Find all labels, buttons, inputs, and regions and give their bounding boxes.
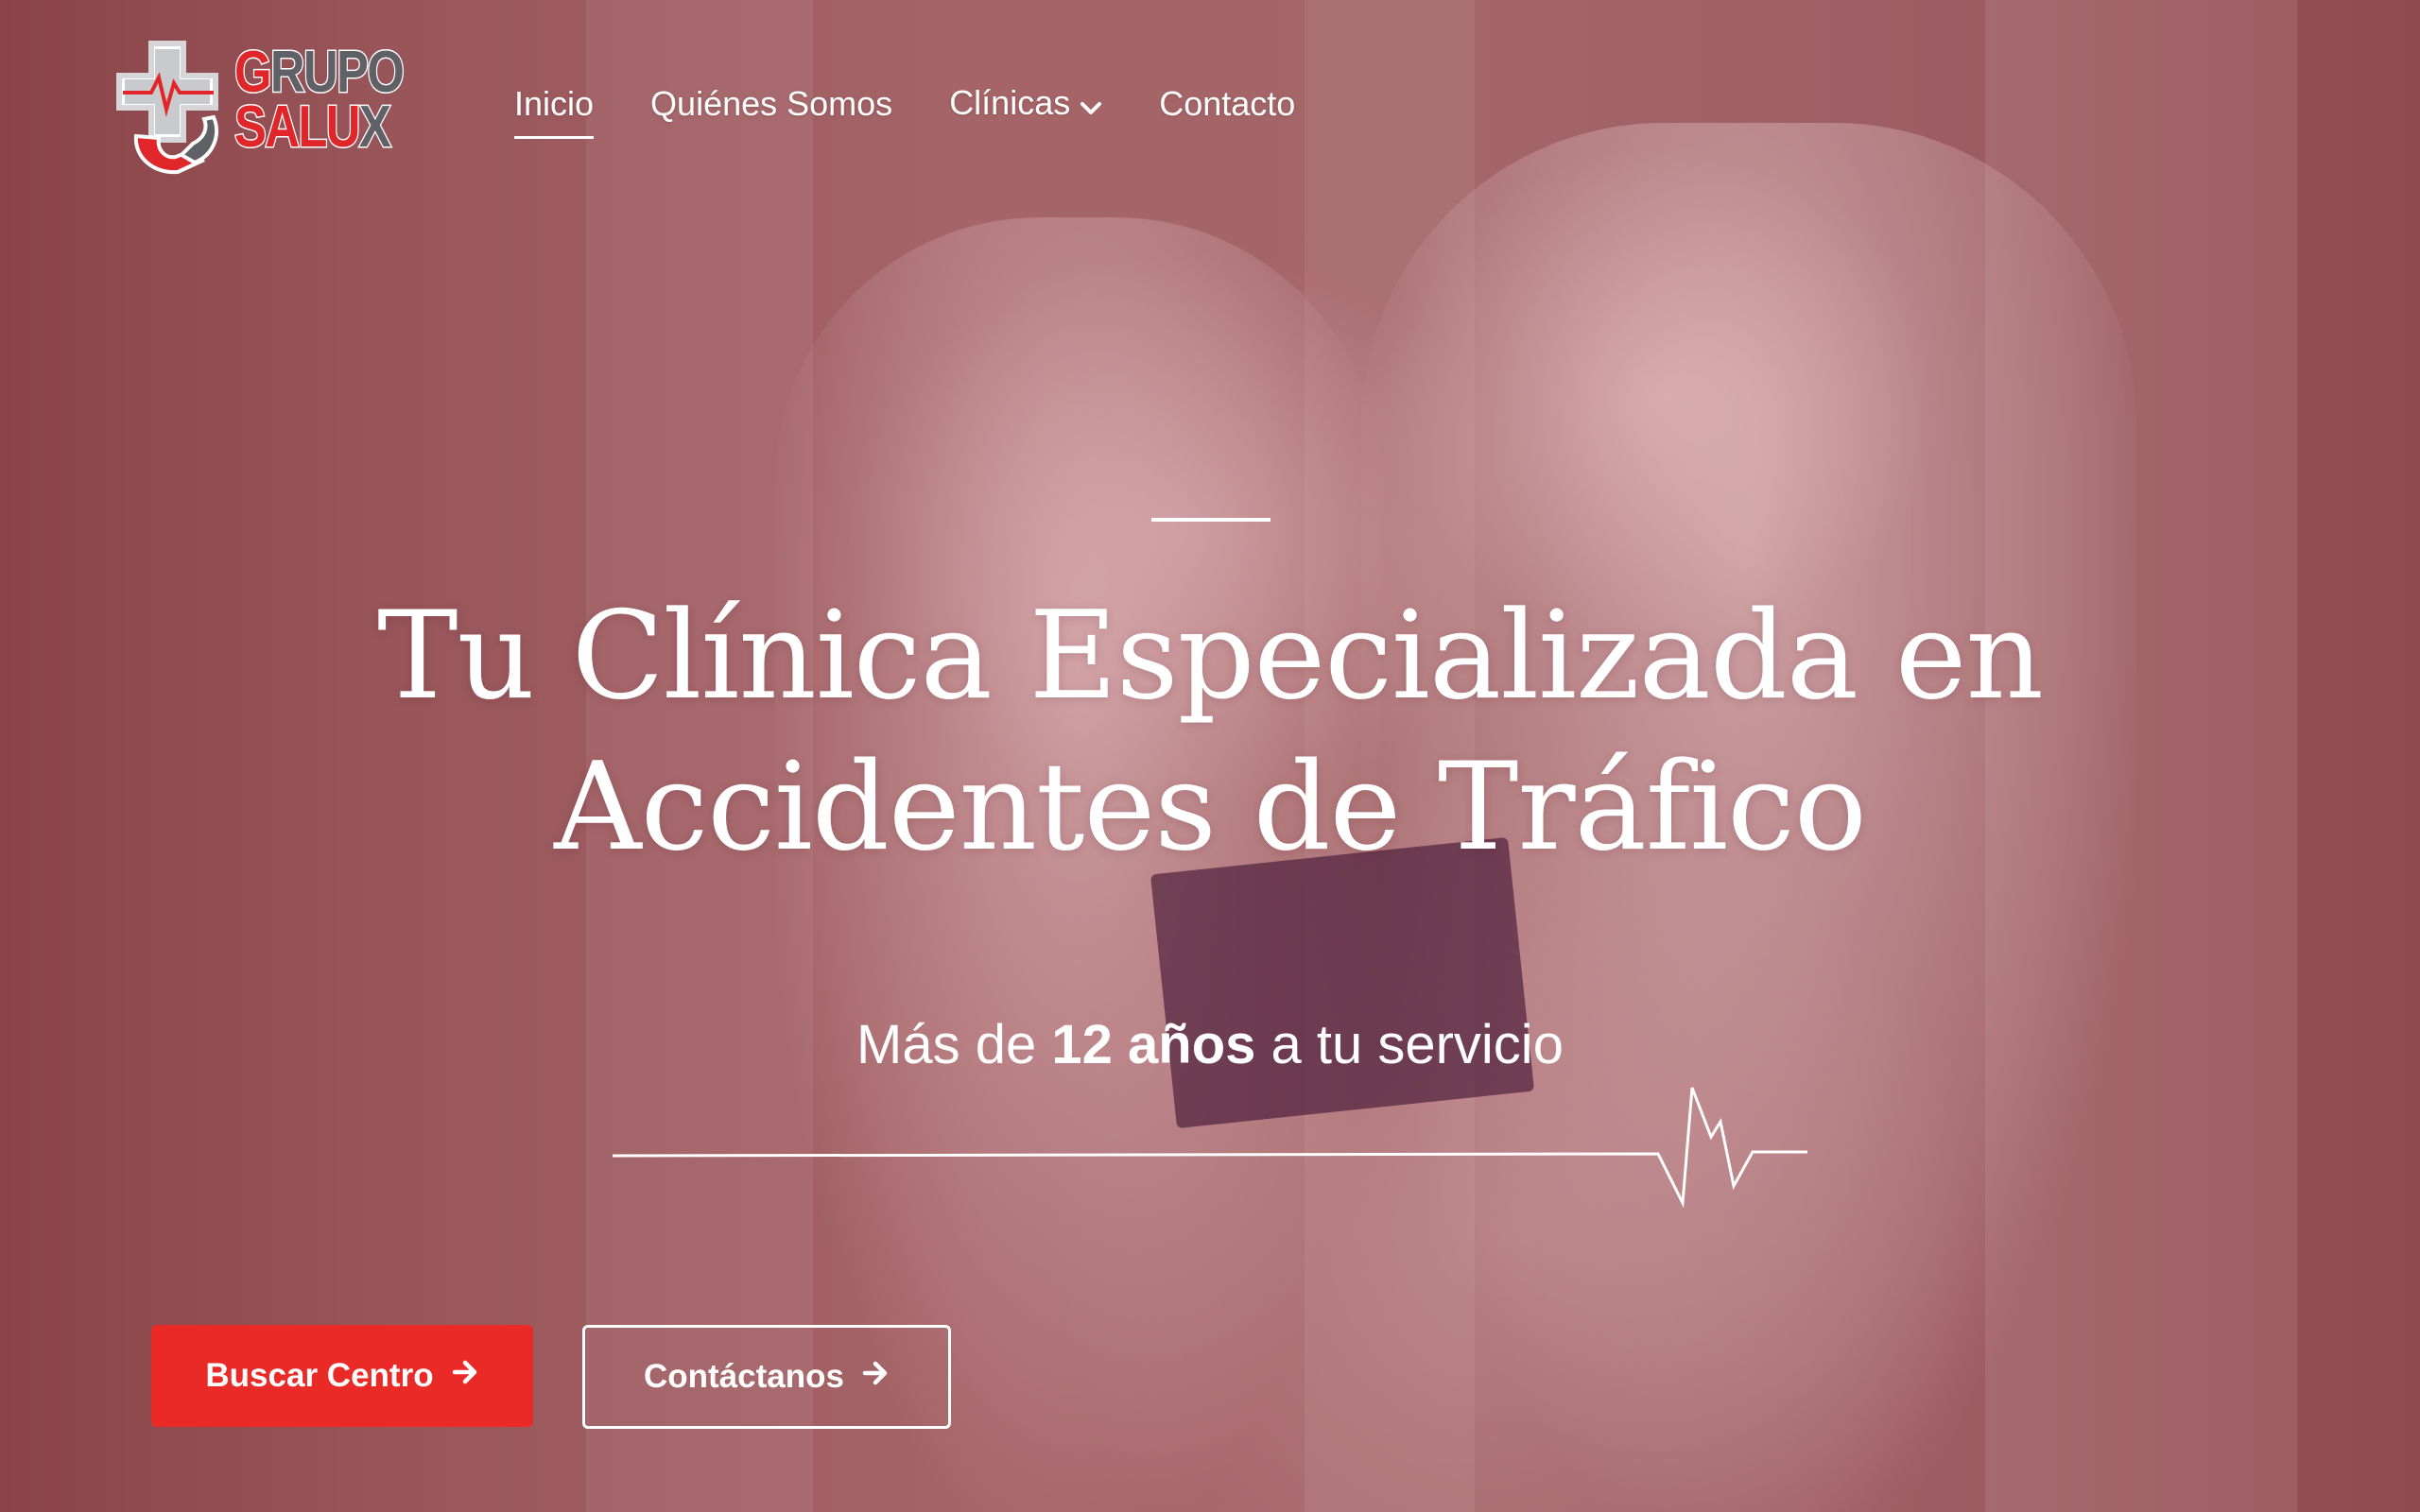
- nav-item-label: Inicio: [514, 84, 595, 124]
- main-navigation: Inicio Quiénes Somos Clínicas Contacto: [514, 83, 1352, 140]
- hero-subtitle: Más de 12 años a tu servicio: [0, 1013, 2420, 1076]
- arrow-right-icon: [451, 1357, 479, 1395]
- grupo-salux-logo[interactable]: GRUPO SALUX: [115, 36, 406, 178]
- nav-item-contacto[interactable]: Contacto: [1159, 84, 1295, 124]
- logo-wordmark: GRUPO SALUX: [233, 42, 406, 158]
- button-label: Contáctanos: [644, 1358, 844, 1395]
- button-label: Buscar Centro: [205, 1357, 434, 1394]
- contactanos-button[interactable]: Contáctanos: [582, 1325, 951, 1429]
- chevron-down-icon: [1080, 85, 1102, 125]
- title-divider: [1151, 518, 1270, 522]
- buscar-centro-button[interactable]: Buscar Centro: [151, 1325, 533, 1427]
- subtitle-text: a tu servicio: [1255, 1014, 1564, 1075]
- subtitle-text: Más de: [856, 1014, 1052, 1075]
- hero-title-line1: Tu Clínica Especializada en: [377, 586, 2044, 727]
- logo-word-salux: SALU: [233, 94, 362, 160]
- nav-item-inicio[interactable]: Inicio: [514, 84, 595, 140]
- hero-title-line2: Accidentes de Tráfico: [554, 737, 1867, 878]
- nav-item-label: Quiénes Somos: [650, 84, 893, 124]
- nav-item-clinicas[interactable]: Clínicas: [949, 83, 1102, 125]
- hero-title: Tu Clínica Especializada en Accidentes d…: [0, 581, 2420, 884]
- arrow-right-icon: [861, 1358, 890, 1396]
- logo-letter: X: [358, 94, 392, 160]
- medical-cross-hands-icon: [116, 41, 219, 175]
- nav-item-quienes-somos[interactable]: Quiénes Somos: [650, 84, 892, 124]
- subtitle-highlight: 12 años: [1051, 1014, 1256, 1075]
- nav-item-label: Clínicas: [949, 83, 1071, 122]
- heartbeat-line-icon: [613, 1087, 1807, 1209]
- nav-item-label: Contacto: [1159, 84, 1296, 124]
